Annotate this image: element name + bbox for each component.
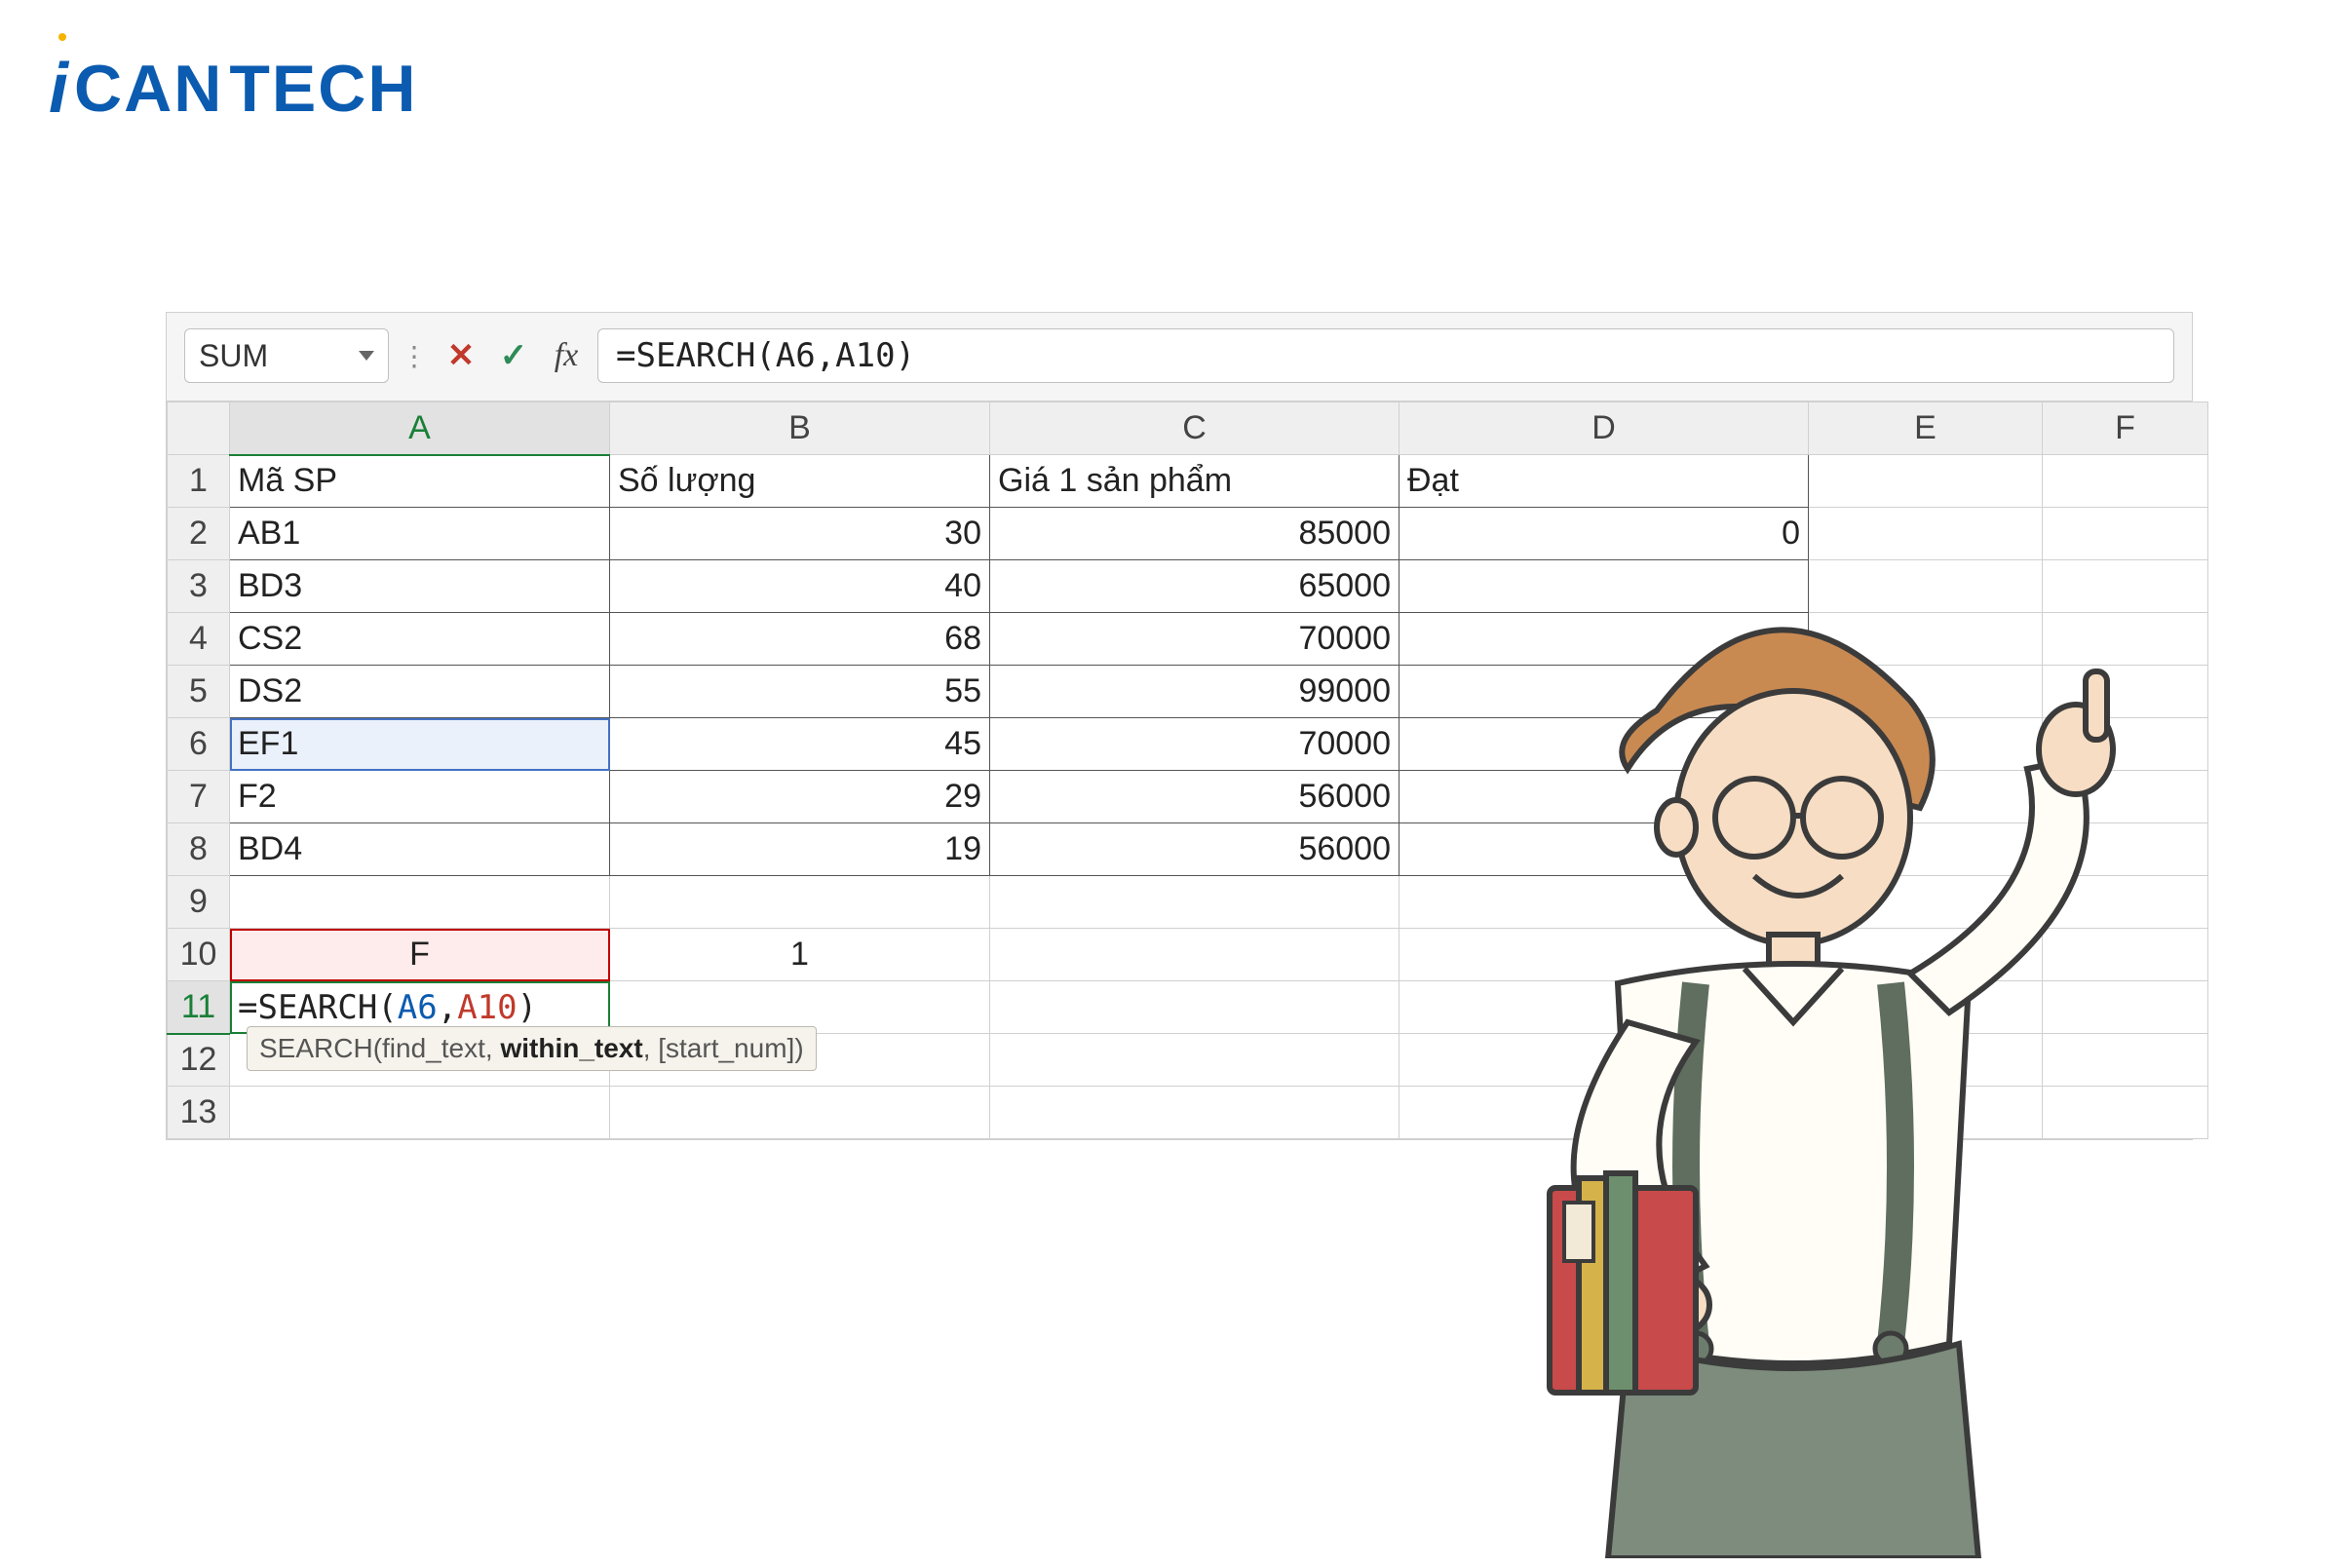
column-header-F[interactable]: F xyxy=(2043,402,2208,455)
row-header-5[interactable]: 5 xyxy=(168,666,230,718)
row-header-7[interactable]: 7 xyxy=(168,771,230,823)
cell-C3[interactable]: 65000 xyxy=(990,560,1400,613)
chevron-down-icon[interactable] xyxy=(359,351,374,361)
tooltip-fn-name: SEARCH xyxy=(259,1033,373,1063)
brand-logo: i CAN TECH xyxy=(49,49,417,129)
row-header-3[interactable]: 3 xyxy=(168,560,230,613)
cell-C4[interactable]: 70000 xyxy=(990,613,1400,666)
row-header-11[interactable]: 11 xyxy=(168,981,230,1034)
column-header-row: A B C D E F xyxy=(168,402,2208,455)
cell-C9[interactable] xyxy=(990,876,1400,929)
cell-E1[interactable] xyxy=(1809,455,2043,508)
cell-C11[interactable] xyxy=(990,981,1400,1034)
cell-B2[interactable]: 30 xyxy=(610,508,990,560)
cell-A9[interactable] xyxy=(230,876,610,929)
name-box-value: SUM xyxy=(199,338,268,374)
teacher-illustration xyxy=(1403,564,2144,1558)
row-header-10[interactable]: 10 xyxy=(168,929,230,981)
cell-B13[interactable] xyxy=(610,1087,990,1139)
formula-input[interactable]: =SEARCH(A6,A10) xyxy=(597,328,2174,383)
cell-C10[interactable] xyxy=(990,929,1400,981)
cell-A2[interactable]: AB1 xyxy=(230,508,610,560)
tooltip-arg2[interactable]: within_text xyxy=(500,1033,642,1063)
cell-B10[interactable]: 1 xyxy=(610,929,990,981)
cell-E2[interactable] xyxy=(1809,508,2043,560)
name-box[interactable]: SUM xyxy=(184,328,389,383)
cell-A13[interactable] xyxy=(230,1087,610,1139)
formula-bar: SUM ⋮ ✕ ✓ fx =SEARCH(A6,A10) xyxy=(167,313,2192,402)
cell-B1[interactable]: Số lượng xyxy=(610,455,990,508)
column-header-E[interactable]: E xyxy=(1809,402,2043,455)
formula-text: =SEARCH(A6,A10) xyxy=(616,336,915,375)
check-icon: ✓ xyxy=(500,336,528,375)
cell-C2[interactable]: 85000 xyxy=(990,508,1400,560)
enter-button[interactable]: ✓ xyxy=(492,331,535,380)
cell-A4[interactable]: CS2 xyxy=(230,613,610,666)
cell-B9[interactable] xyxy=(610,876,990,929)
row-header-8[interactable]: 8 xyxy=(168,823,230,876)
row-1: 1Mã SPSố lượngGiá 1 sản phẩmĐạt xyxy=(168,455,2208,508)
insert-function-button[interactable]: fx xyxy=(545,331,588,380)
row-header-2[interactable]: 2 xyxy=(168,508,230,560)
cell-A1[interactable]: Mã SP xyxy=(230,455,610,508)
cell-A5[interactable]: DS2 xyxy=(230,666,610,718)
cell-B6[interactable]: 45 xyxy=(610,718,990,771)
cell-C12[interactable] xyxy=(990,1034,1400,1087)
column-header-B[interactable]: B xyxy=(610,402,990,455)
logo-word-can: CAN xyxy=(74,51,223,127)
close-icon: ✕ xyxy=(447,336,476,375)
cell-A7[interactable]: F2 xyxy=(230,771,610,823)
function-tooltip[interactable]: SEARCH(find_text, within_text, [start_nu… xyxy=(247,1026,817,1071)
select-all-corner[interactable] xyxy=(168,402,230,455)
cell-A10[interactable]: F xyxy=(230,929,610,981)
cell-C8[interactable]: 56000 xyxy=(990,823,1400,876)
row-header-6[interactable]: 6 xyxy=(168,718,230,771)
cell-A6[interactable]: EF1 xyxy=(230,718,610,771)
fx-icon: fx xyxy=(555,337,579,374)
cell-B5[interactable]: 55 xyxy=(610,666,990,718)
row-header-1[interactable]: 1 xyxy=(168,455,230,508)
logo-word-tech: TECH xyxy=(229,51,417,127)
cell-B4[interactable]: 68 xyxy=(610,613,990,666)
cell-C1[interactable]: Giá 1 sản phẩm xyxy=(990,455,1400,508)
tooltip-arg3[interactable]: [start_num] xyxy=(658,1033,794,1063)
cell-C7[interactable]: 56000 xyxy=(990,771,1400,823)
cell-B7[interactable]: 29 xyxy=(610,771,990,823)
cell-F1[interactable] xyxy=(2043,455,2208,508)
logo-letter-i: i xyxy=(49,49,68,129)
formula-bar-separator: ⋮ xyxy=(399,340,430,372)
cell-F2[interactable] xyxy=(2043,508,2208,560)
cell-D1[interactable]: Đạt xyxy=(1400,455,1809,508)
cell-B3[interactable]: 40 xyxy=(610,560,990,613)
column-header-C[interactable]: C xyxy=(990,402,1400,455)
cell-B8[interactable]: 19 xyxy=(610,823,990,876)
row-header-9[interactable]: 9 xyxy=(168,876,230,929)
tooltip-arg1[interactable]: find_text xyxy=(382,1033,485,1063)
cancel-button[interactable]: ✕ xyxy=(440,331,482,380)
cell-D2[interactable]: 0 xyxy=(1400,508,1809,560)
cell-A3[interactable]: BD3 xyxy=(230,560,610,613)
row-header-12[interactable]: 12 xyxy=(168,1034,230,1087)
cell-A8[interactable]: BD4 xyxy=(230,823,610,876)
cell-C13[interactable] xyxy=(990,1087,1400,1139)
row-2: 2AB130850000 xyxy=(168,508,2208,560)
row-header-4[interactable]: 4 xyxy=(168,613,230,666)
cell-C6[interactable]: 70000 xyxy=(990,718,1400,771)
column-header-A[interactable]: A xyxy=(230,402,610,455)
row-header-13[interactable]: 13 xyxy=(168,1087,230,1139)
column-header-D[interactable]: D xyxy=(1400,402,1809,455)
cell-C5[interactable]: 99000 xyxy=(990,666,1400,718)
